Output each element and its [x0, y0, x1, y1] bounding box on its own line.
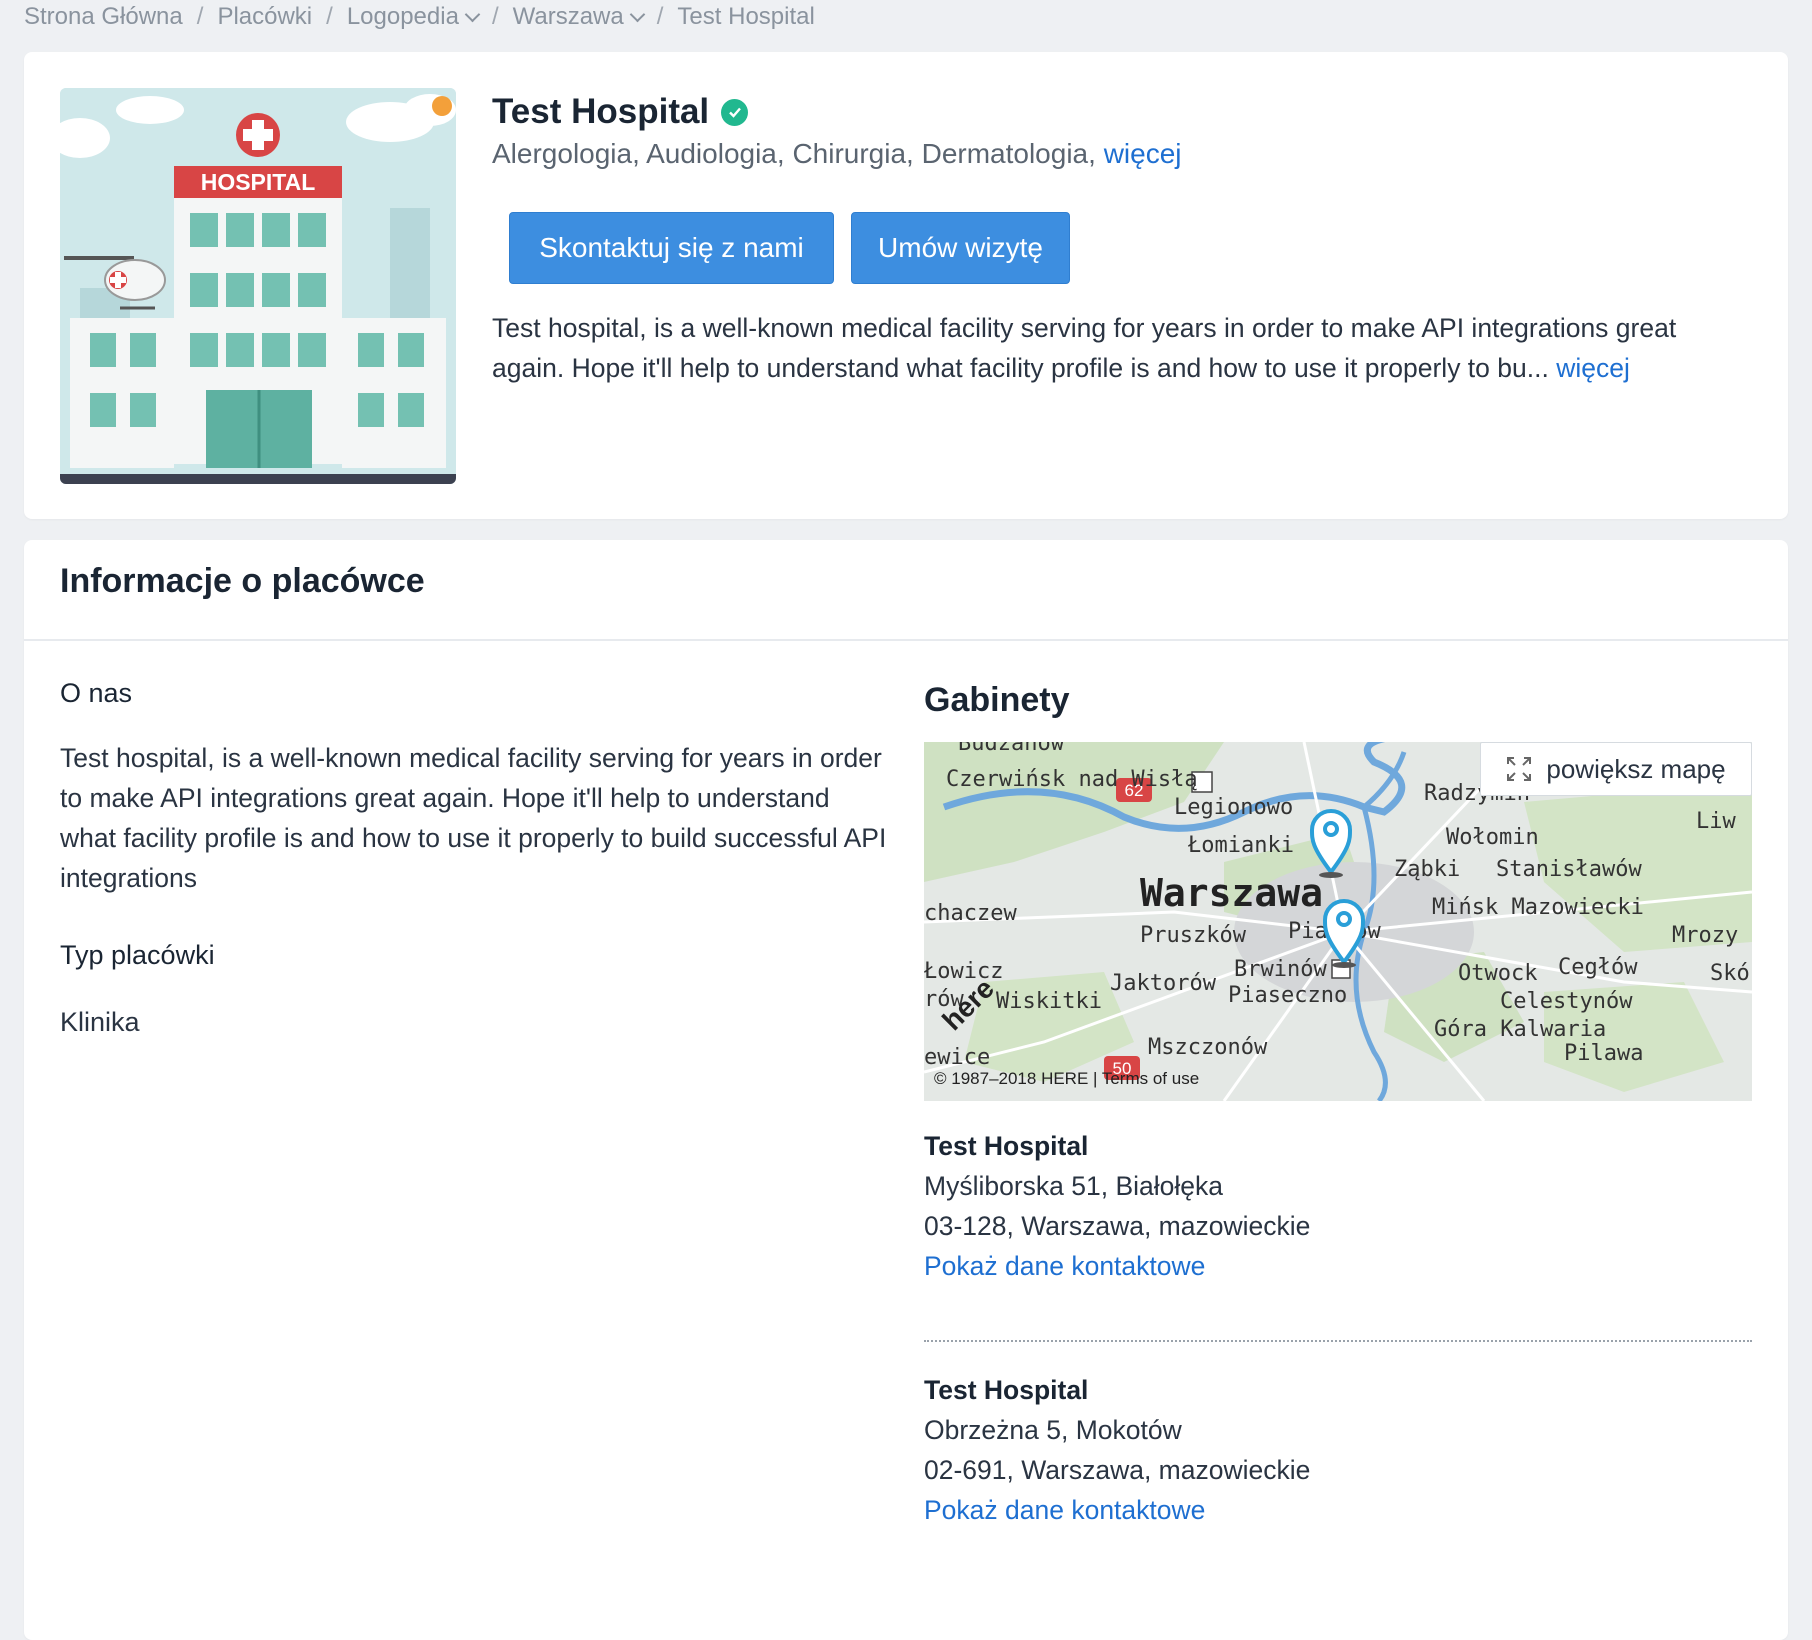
map-label: Mszczonów [1148, 1035, 1268, 1060]
chevron-down-icon [464, 6, 481, 23]
office-city: 02-691, Warszawa, mazowieckie [924, 1455, 1311, 1485]
map-label: Wiskitki [996, 989, 1102, 1014]
offices-title: Gabinety [924, 681, 1070, 719]
office-street: Myśliborska 51, Białołęka [924, 1171, 1223, 1201]
map-label: Mrozy [1672, 923, 1738, 948]
map-label: Pilawa [1564, 1041, 1643, 1066]
map-label: Celestynów [1500, 989, 1633, 1014]
section-title: Informacje o placówce [60, 562, 425, 600]
map-label: Legionowo [1174, 795, 1293, 820]
breadcrumb: Strona Główna / Placówki / Logopedia / W… [24, 0, 815, 34]
map-label: Wołomin [1446, 825, 1539, 850]
map-label: Budzanów [958, 742, 1065, 756]
facility-specialties: Alergologia, Audiologia, Chirurgia, Derm… [492, 138, 1182, 170]
divider [24, 639, 1788, 641]
map-label: Stanisławów [1496, 857, 1642, 882]
office-city: 03-128, Warszawa, mazowieckie [924, 1211, 1311, 1241]
breadcrumb-facilities[interactable]: Placówki [217, 3, 312, 31]
map-label: Liw [1696, 809, 1736, 834]
expand-icon [1506, 756, 1532, 782]
breadcrumb-city[interactable]: Warszawa [512, 3, 646, 31]
map-label: Piaseczno [1228, 983, 1347, 1008]
map-label: Mińsk Mazowiecki [1432, 895, 1644, 920]
map-label: Ząbki [1394, 857, 1460, 882]
expand-map-button[interactable]: powiększ mapę [1480, 742, 1752, 796]
facility-type-label: Typ placówki [60, 940, 215, 970]
breadcrumb-separator: / [326, 3, 333, 30]
hospital-sign-text: HOSPITAL [201, 169, 316, 195]
facility-name: Test Hospital [492, 92, 710, 131]
breadcrumb-separator: / [196, 3, 204, 30]
breadcrumb-specialty[interactable]: Logopedia [346, 3, 481, 31]
office-item: Test Hospital Myśliborska 51, Białołęka … [924, 1126, 1754, 1286]
breadcrumb-home[interactable]: Strona Główna [24, 3, 183, 31]
about-text: Test hospital, is a well-known medical f… [60, 743, 887, 893]
contact-us-button[interactable]: Skontaktuj się z nami [509, 212, 834, 284]
map-label: Łomianki [1187, 833, 1294, 858]
book-visit-button[interactable]: Umów wizytę [851, 212, 1070, 284]
office-street: Obrzeżna 5, Mokotów [924, 1415, 1182, 1445]
map-copyright[interactable]: © 1987–2018 HERE | Terms of use [934, 1069, 1199, 1089]
map-label-city: Warszawa [1140, 871, 1323, 915]
map-label: Brwinów [1234, 957, 1327, 982]
office-name: Test Hospital [924, 1375, 1089, 1405]
description-text: Test hospital, is a well-known medical f… [492, 313, 1677, 383]
map-label: Pruszków [1140, 923, 1247, 948]
map-label: Łowicz [924, 959, 1003, 984]
map-label: Góra Kalwaria [1434, 1017, 1606, 1042]
breadcrumb-separator: / [656, 3, 664, 30]
map-label: Cegłów [1558, 955, 1638, 980]
offices-map[interactable]: 62 50 Budzanów Czerwińsk nad Wisłą Legio… [924, 742, 1752, 1101]
facility-info-card: Informacje o placówce O nas Test hospita… [24, 540, 1788, 1640]
map-label: Otwock [1458, 961, 1537, 986]
map-label: Czerwińsk nad Wisłą [946, 767, 1198, 792]
map-label: Skó [1710, 961, 1750, 986]
breadcrumb-current: Test Hospital [677, 3, 815, 30]
verified-check-icon [721, 98, 749, 126]
facility-description: Test hospital, is a well-known medical f… [492, 308, 1752, 388]
facility-header-card: HOSPITAL Test Hospital Alergologia, Audi… [24, 52, 1788, 519]
specialties-more-link[interactable]: więcej [1104, 138, 1182, 169]
specialties-text: Alergologia, Audiologia, Chirurgia, Derm… [492, 138, 1096, 169]
facility-type-value: Klinika [60, 1007, 140, 1037]
office-name: Test Hospital [924, 1131, 1089, 1161]
map-label: Jaktorów [1110, 971, 1217, 996]
map-label: chaczew [924, 901, 1017, 926]
office-divider [924, 1340, 1752, 1342]
chevron-down-icon [629, 6, 646, 23]
about-label: O nas [60, 678, 133, 708]
office-item: Test Hospital Obrzeżna 5, Mokotów 02-691… [924, 1370, 1754, 1530]
show-contact-link[interactable]: Pokaż dane kontaktowe [924, 1495, 1205, 1525]
facility-image: HOSPITAL [60, 88, 456, 484]
breadcrumb-city-label: Warszawa [512, 3, 624, 30]
show-contact-link[interactable]: Pokaż dane kontaktowe [924, 1251, 1205, 1281]
breadcrumb-specialty-label: Logopedia [346, 3, 459, 30]
expand-map-label: powiększ mapę [1546, 753, 1726, 784]
description-more-link[interactable]: więcej [1556, 353, 1630, 383]
breadcrumb-separator: / [491, 3, 499, 30]
map-label: ewice [924, 1045, 990, 1070]
facility-title-row: Test Hospital [492, 92, 749, 132]
